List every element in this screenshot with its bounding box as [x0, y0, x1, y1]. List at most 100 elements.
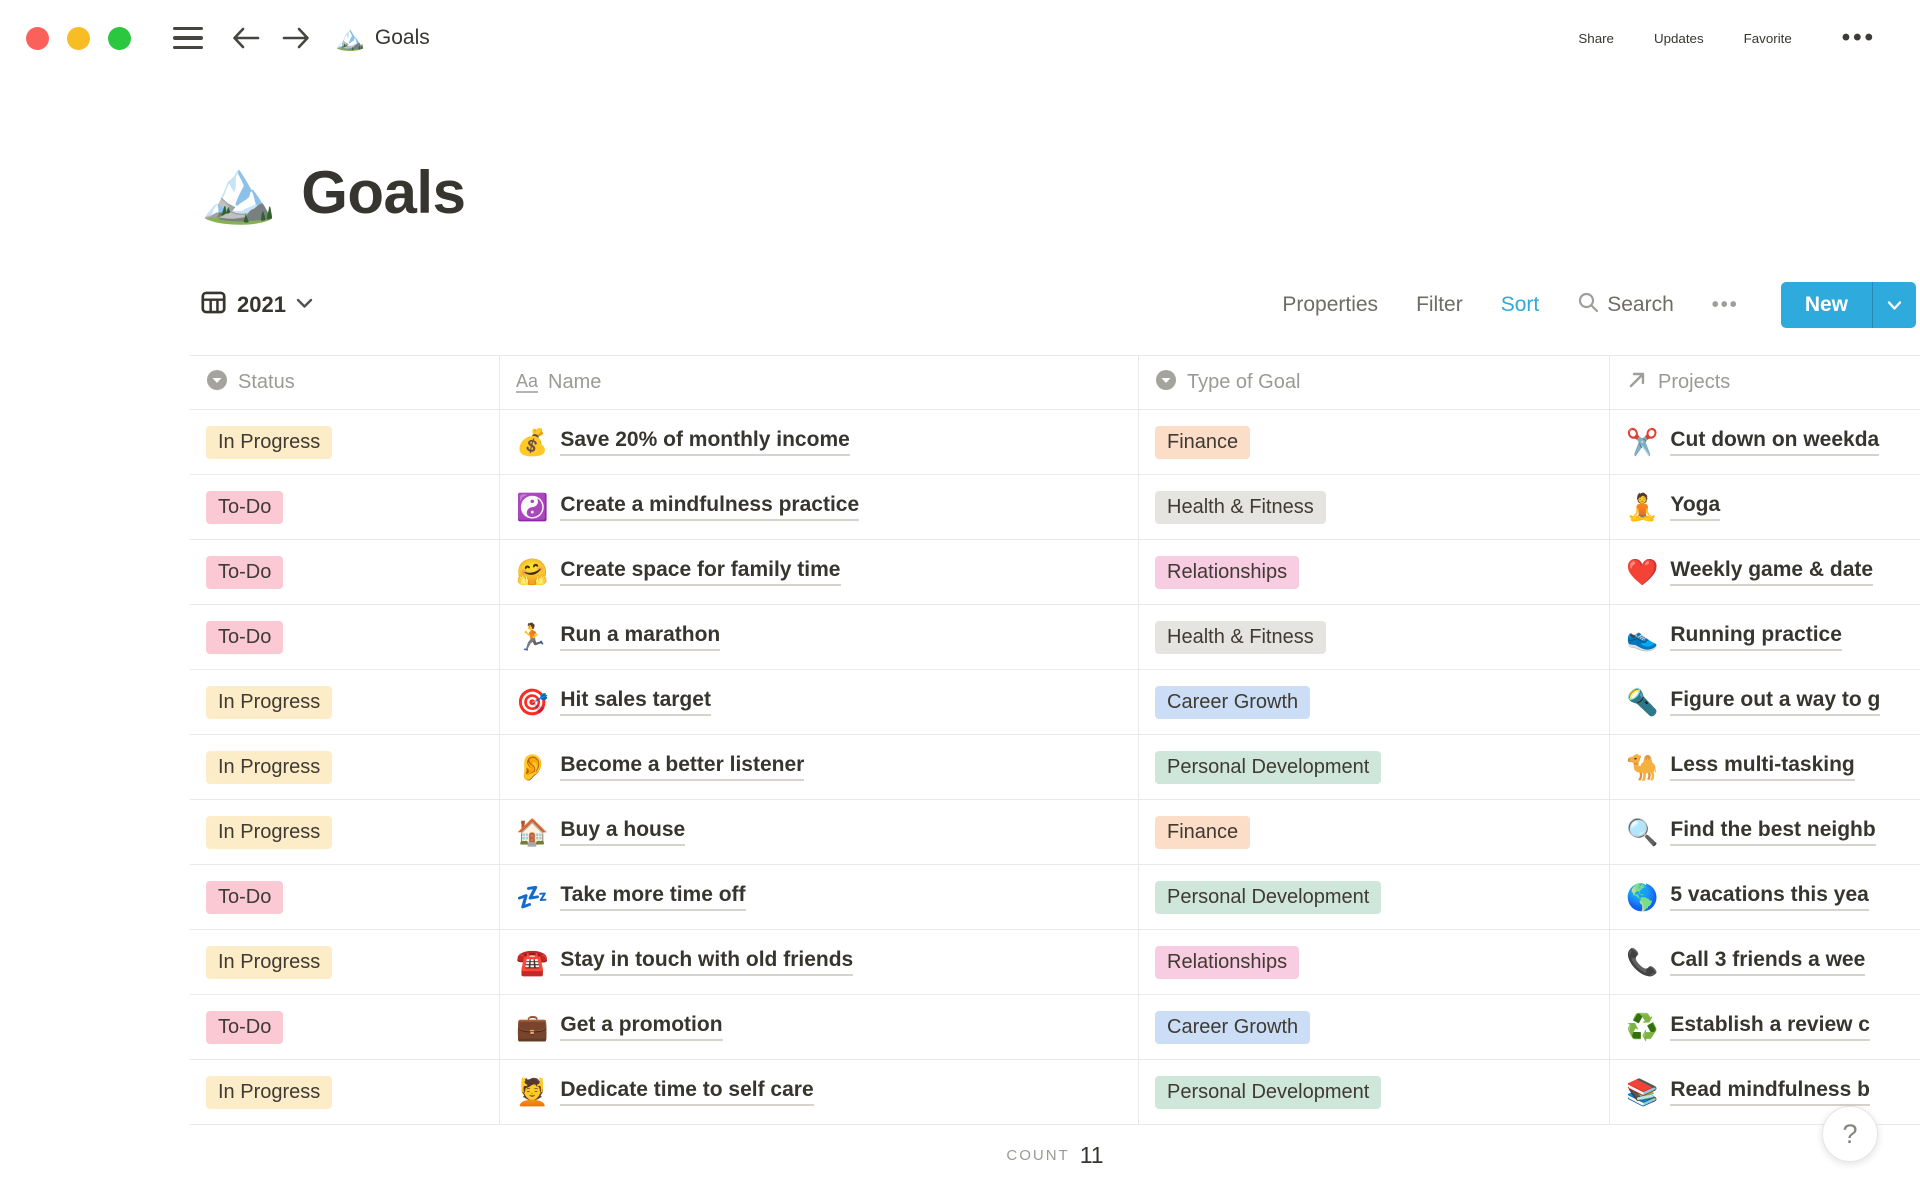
- type-badge[interactable]: Career Growth: [1155, 1010, 1311, 1044]
- status-badge[interactable]: In Progress: [206, 815, 333, 849]
- goal-page-link[interactable]: Dedicate time to self care: [560, 1078, 814, 1106]
- type-of-goal-cell[interactable]: Health & Fitness: [1139, 475, 1610, 539]
- share-button[interactable]: Share: [1578, 31, 1614, 46]
- type-of-goal-cell[interactable]: Finance: [1139, 800, 1610, 864]
- name-cell[interactable]: ☎️ Stay in touch with old friends: [500, 930, 1139, 994]
- status-cell[interactable]: In Progress: [190, 1060, 500, 1124]
- type-badge[interactable]: Health & Fitness: [1155, 620, 1326, 654]
- projects-cell[interactable]: ♻️ Establish a review c: [1610, 995, 1920, 1059]
- sidebar-menu-icon[interactable]: [163, 26, 213, 50]
- type-of-goal-cell[interactable]: Personal Development: [1139, 735, 1610, 799]
- projects-cell[interactable]: 🧘 Yoga: [1610, 475, 1920, 539]
- goal-page-link[interactable]: Create space for family time: [560, 558, 841, 586]
- type-badge[interactable]: Finance: [1155, 425, 1251, 459]
- status-cell[interactable]: To-Do: [190, 475, 500, 539]
- projects-cell[interactable]: 🌎 5 vacations this yea: [1610, 865, 1920, 929]
- projects-cell[interactable]: 👟 Running practice: [1610, 605, 1920, 669]
- projects-cell[interactable]: ✂️ Cut down on weekda: [1610, 410, 1920, 474]
- name-cell[interactable]: 💰 Save 20% of monthly income: [500, 410, 1139, 474]
- type-of-goal-cell[interactable]: Personal Development: [1139, 1060, 1610, 1124]
- page-title[interactable]: Goals: [301, 158, 466, 227]
- search-button[interactable]: Search: [1577, 291, 1674, 319]
- type-of-goal-cell[interactable]: Personal Development: [1139, 865, 1610, 929]
- status-cell[interactable]: To-Do: [190, 865, 500, 929]
- goal-page-link[interactable]: Take more time off: [560, 883, 746, 911]
- name-cell[interactable]: 💼 Get a promotion: [500, 995, 1139, 1059]
- column-header-type-of-goal[interactable]: Type of Goal: [1139, 356, 1610, 409]
- projects-cell[interactable]: 📞 Call 3 friends a wee: [1610, 930, 1920, 994]
- goal-page-link[interactable]: Buy a house: [560, 818, 686, 846]
- status-cell[interactable]: In Progress: [190, 800, 500, 864]
- new-dropdown-chevron-icon[interactable]: [1873, 282, 1916, 328]
- goal-page-link[interactable]: Create a mindfulness practice: [560, 493, 860, 521]
- updates-button[interactable]: Updates: [1654, 31, 1704, 46]
- breadcrumb[interactable]: 🏔️ Goals: [335, 24, 430, 53]
- project-page-link[interactable]: Establish a review c: [1670, 1013, 1870, 1041]
- name-cell[interactable]: 🏃 Run a marathon: [500, 605, 1139, 669]
- status-badge[interactable]: To-Do: [206, 490, 284, 524]
- new-button[interactable]: New: [1780, 282, 1916, 328]
- goal-page-link[interactable]: Save 20% of monthly income: [560, 428, 850, 456]
- project-page-link[interactable]: Find the best neighb: [1670, 818, 1876, 846]
- view-switcher[interactable]: 2021: [200, 289, 313, 321]
- status-cell[interactable]: In Progress: [190, 930, 500, 994]
- type-badge[interactable]: Personal Development: [1155, 1075, 1382, 1109]
- type-of-goal-cell[interactable]: Relationships: [1139, 540, 1610, 604]
- name-cell[interactable]: ☯️ Create a mindfulness practice: [500, 475, 1139, 539]
- goal-page-link[interactable]: Become a better listener: [560, 753, 805, 781]
- type-of-goal-cell[interactable]: Health & Fitness: [1139, 605, 1610, 669]
- goal-page-link[interactable]: Hit sales target: [560, 688, 711, 716]
- status-badge[interactable]: In Progress: [206, 685, 333, 719]
- column-header-status[interactable]: Status: [190, 356, 500, 409]
- type-badge[interactable]: Finance: [1155, 815, 1251, 849]
- favorite-button[interactable]: Favorite: [1744, 31, 1792, 46]
- status-badge[interactable]: In Progress: [206, 750, 333, 784]
- status-cell[interactable]: In Progress: [190, 735, 500, 799]
- back-arrow-icon[interactable]: [221, 25, 271, 51]
- zoom-window-button[interactable]: [108, 26, 131, 50]
- status-badge[interactable]: In Progress: [206, 1075, 333, 1109]
- project-page-link[interactable]: Yoga: [1670, 493, 1721, 521]
- minimize-window-button[interactable]: [67, 26, 90, 50]
- help-button[interactable]: ?: [1822, 1106, 1878, 1162]
- type-badge[interactable]: Health & Fitness: [1155, 490, 1326, 524]
- project-page-link[interactable]: 5 vacations this yea: [1670, 883, 1869, 911]
- name-cell[interactable]: 🤗 Create space for family time: [500, 540, 1139, 604]
- type-badge[interactable]: Career Growth: [1155, 685, 1311, 719]
- type-of-goal-cell[interactable]: Career Growth: [1139, 670, 1610, 734]
- status-badge[interactable]: To-Do: [206, 880, 284, 914]
- goal-page-link[interactable]: Get a promotion: [560, 1013, 723, 1041]
- projects-cell[interactable]: 🐪 Less multi-tasking: [1610, 735, 1920, 799]
- status-cell[interactable]: In Progress: [190, 670, 500, 734]
- projects-cell[interactable]: 🔦 Figure out a way to g: [1610, 670, 1920, 734]
- column-header-projects[interactable]: Projects: [1610, 356, 1920, 409]
- status-badge[interactable]: To-Do: [206, 620, 284, 654]
- project-page-link[interactable]: Less multi-tasking: [1670, 753, 1855, 781]
- name-cell[interactable]: 🏠 Buy a house: [500, 800, 1139, 864]
- project-page-link[interactable]: Weekly game & date: [1670, 558, 1874, 586]
- project-page-link[interactable]: Running practice: [1670, 623, 1842, 651]
- projects-cell[interactable]: 🔍 Find the best neighb: [1610, 800, 1920, 864]
- goal-page-link[interactable]: Run a marathon: [560, 623, 721, 651]
- projects-cell[interactable]: 📚 Read mindfulness b: [1610, 1060, 1920, 1124]
- projects-cell[interactable]: ❤️ Weekly game & date: [1610, 540, 1920, 604]
- goal-page-link[interactable]: Stay in touch with old friends: [560, 948, 854, 976]
- name-cell[interactable]: 💤 Take more time off: [500, 865, 1139, 929]
- name-cell[interactable]: 💆 Dedicate time to self care: [500, 1060, 1139, 1124]
- project-page-link[interactable]: Cut down on weekda: [1670, 428, 1880, 456]
- status-cell[interactable]: To-Do: [190, 605, 500, 669]
- type-of-goal-cell[interactable]: Relationships: [1139, 930, 1610, 994]
- project-page-link[interactable]: Figure out a way to g: [1670, 688, 1881, 716]
- status-badge[interactable]: In Progress: [206, 425, 333, 459]
- properties-button[interactable]: Properties: [1282, 293, 1378, 317]
- status-badge[interactable]: In Progress: [206, 945, 333, 979]
- status-badge[interactable]: To-Do: [206, 555, 284, 589]
- project-page-link[interactable]: Read mindfulness b: [1670, 1078, 1870, 1106]
- project-page-link[interactable]: Call 3 friends a wee: [1670, 948, 1866, 976]
- name-cell[interactable]: 👂 Become a better listener: [500, 735, 1139, 799]
- count-label[interactable]: COUNT: [1006, 1147, 1069, 1164]
- page-mountain-icon[interactable]: 🏔️: [200, 152, 277, 232]
- more-options-icon[interactable]: •••: [1832, 24, 1886, 52]
- status-cell[interactable]: In Progress: [190, 410, 500, 474]
- sort-button[interactable]: Sort: [1501, 293, 1540, 317]
